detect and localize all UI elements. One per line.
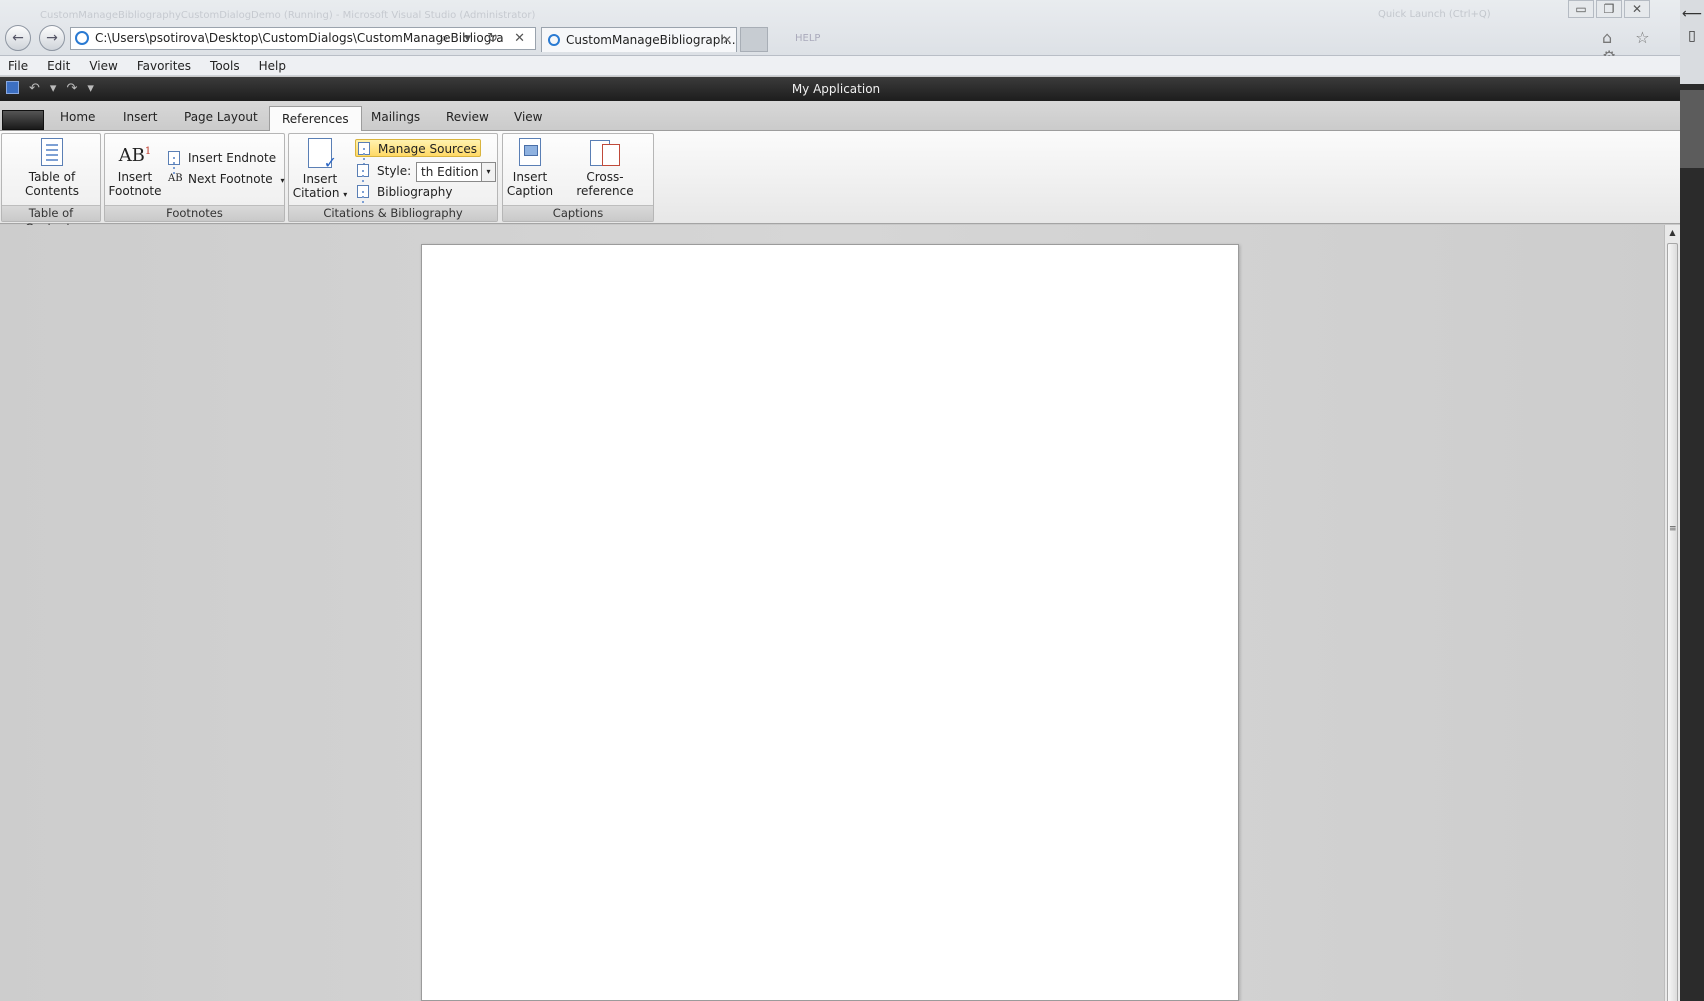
address-tools-icons[interactable]: ⌕ ▾ ↻ ✕ — [441, 28, 531, 49]
insert-footnote-button[interactable]: AB1 Insert Footnote — [108, 138, 162, 198]
minimize-icon[interactable]: ▭ — [1568, 0, 1594, 18]
right-edge-gray-block — [1680, 90, 1704, 168]
page-icon[interactable]: ▯ — [1680, 28, 1704, 44]
ie-tab-icon — [548, 34, 560, 46]
manage-sources-label: Manage Sources — [378, 142, 477, 156]
insert-caption-label: Insert Caption — [506, 170, 554, 198]
browser-menubar: File Edit View Favorites Tools Help — [0, 56, 1680, 76]
group-citations-bibliography: Insert Citation ▾ Manage Sources Style: … — [288, 133, 498, 222]
tab-close-icon[interactable]: ✕ — [722, 28, 732, 52]
style-icon — [357, 164, 369, 177]
bibliography-style-value: th Edition — [421, 165, 479, 179]
cross-reference-button[interactable]: Cross-reference — [559, 138, 651, 198]
bibliography-style-dropdown[interactable]: th Edition ▾ — [416, 162, 496, 182]
next-footnote-button[interactable]: AB Next Footnote ▾ — [166, 170, 285, 188]
bibliography-label: Bibliography — [377, 185, 453, 199]
insert-endnote-button[interactable]: Insert Endnote — [166, 149, 276, 167]
bibliography-icon — [357, 185, 369, 198]
ribbon-body: Table of Contents Table of Contents AB1 … — [0, 131, 1680, 235]
scrollbar-thumb[interactable]: ≡ — [1667, 243, 1678, 1001]
table-of-contents-button-label: Table of Contents — [25, 170, 79, 198]
tab-review[interactable]: Review — [446, 101, 489, 131]
insert-caption-icon — [519, 138, 541, 166]
close-window-icon[interactable]: ✕ — [1624, 0, 1650, 18]
new-tab-button[interactable] — [740, 27, 768, 52]
footnote-ab-icon: AB1 — [118, 145, 152, 166]
document-page[interactable] — [421, 244, 1239, 1001]
next-footnote-label: Next Footnote — [188, 172, 273, 186]
endnote-icon — [168, 151, 180, 165]
window-controls: ▭ ❐ ✕ — [1566, 0, 1650, 18]
menu-edit[interactable]: Edit — [47, 59, 70, 73]
group-captions: Insert Caption Cross-reference Captions — [502, 133, 654, 222]
scroll-up-icon[interactable]: ▲ — [1665, 225, 1680, 241]
browser-tab-title: CustomManageBibliograph... — [566, 33, 737, 47]
address-bar[interactable]: C:\Users\psotirova\Desktop\CustomDialogs… — [70, 27, 536, 50]
style-label-group: Style: — [355, 162, 411, 180]
menu-file[interactable]: File — [8, 59, 28, 73]
insert-citation-label: Insert Citation ▾ — [292, 172, 348, 200]
ribbon-tab-strip: Home Insert Page Layout References Maili… — [0, 101, 1680, 132]
app-title: My Application — [791, 82, 881, 96]
right-edge-panel: ⟵ ▯ — [1680, 0, 1704, 84]
style-label: Style: — [377, 164, 412, 178]
tab-references[interactable]: References — [269, 106, 362, 132]
menu-tools[interactable]: Tools — [210, 59, 240, 73]
cross-reference-icon — [590, 138, 620, 166]
chevron-down-icon[interactable]: ▾ — [481, 163, 495, 181]
background-help-menu: HELP — [795, 33, 821, 44]
group-label-footnotes: Footnotes — [105, 205, 284, 221]
group-table-of-contents: Table of Contents Table of Contents — [1, 133, 101, 235]
restore-icon[interactable]: ❐ — [1596, 0, 1622, 18]
insert-caption-button[interactable]: Insert Caption — [505, 138, 555, 198]
browser-titlebar: CustomManageBibliographyCustomDialogDemo… — [0, 0, 1680, 66]
tab-page-layout[interactable]: Page Layout — [184, 101, 258, 131]
bibliography-button[interactable]: Bibliography — [355, 183, 452, 201]
next-footnote-dropdown-icon[interactable]: ▾ — [281, 176, 285, 185]
manage-sources-button[interactable]: Manage Sources — [355, 139, 481, 157]
back-button[interactable]: ← — [5, 25, 31, 51]
menu-view[interactable]: View — [89, 59, 117, 73]
insert-endnote-label: Insert Endnote — [188, 151, 277, 165]
manage-sources-icon — [358, 142, 370, 155]
group-label-citations: Citations & Bibliography — [289, 205, 497, 221]
tab-home[interactable]: Home — [60, 101, 95, 131]
forward-button[interactable]: → — [39, 25, 65, 51]
menu-help[interactable]: Help — [259, 59, 286, 73]
cross-reference-label: Cross-reference — [576, 170, 634, 198]
menu-favorites[interactable]: Favorites — [137, 59, 191, 73]
application-menu-button[interactable] — [2, 110, 44, 130]
scroll-grip-icon: ≡ — [1669, 524, 1677, 534]
tab-view[interactable]: View — [514, 101, 542, 131]
group-label-toc: Table of Contents — [2, 205, 100, 235]
app-titlebar: ↶ ▾ ↷ ▾ My Application — [0, 77, 1680, 101]
ie-page-icon — [75, 31, 89, 45]
background-window-title: CustomManageBibliographyCustomDialogDemo… — [40, 10, 536, 21]
group-label-captions: Captions — [503, 205, 653, 221]
back-arrow-icon[interactable]: ⟵ — [1680, 6, 1704, 22]
group-footnotes: AB1 Insert Footnote Insert Endnote AB Ne… — [104, 133, 285, 222]
table-of-contents-icon — [41, 138, 63, 166]
tab-mailings[interactable]: Mailings — [371, 101, 420, 131]
tab-insert[interactable]: Insert — [123, 101, 157, 131]
insert-footnote-label: Insert Footnote — [108, 170, 162, 198]
insert-citation-icon — [308, 138, 337, 170]
background-quick-launch: Quick Launch (Ctrl+Q) — [1378, 9, 1491, 20]
insert-citation-button[interactable]: Insert Citation ▾ — [291, 138, 349, 202]
table-of-contents-button[interactable]: Table of Contents — [12, 138, 92, 198]
vertical-scrollbar[interactable]: ▲ ≡ — [1664, 225, 1680, 1001]
next-footnote-icon: AB — [168, 173, 183, 184]
browser-tab-active[interactable]: CustomManageBibliograph... ✕ — [541, 27, 737, 52]
